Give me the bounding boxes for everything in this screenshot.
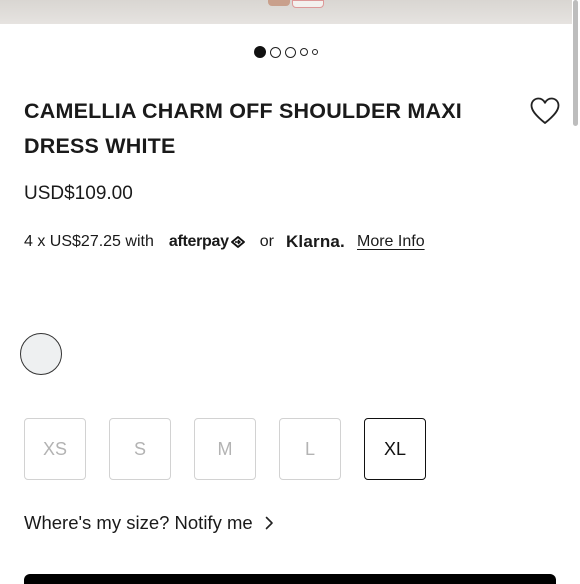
notify-me-link[interactable]: Where's my size? Notify me (24, 512, 274, 534)
carousel-dot[interactable] (285, 46, 296, 58)
carousel-dot[interactable] (312, 49, 318, 55)
notify-label: Where's my size? Notify me (24, 512, 253, 533)
size-option-xl[interactable]: XL (364, 418, 426, 480)
image-carousel-dots[interactable] (254, 46, 318, 58)
carousel-dot[interactable] (270, 46, 281, 58)
product-title: CAMELLIA CHARM OFF SHOULDER MAXI DRESS W… (24, 99, 462, 158)
size-option-l[interactable]: L (279, 418, 341, 480)
size-option-s[interactable]: S (109, 418, 171, 480)
afterpay-label: afterpay (168, 233, 229, 250)
size-selector: XS S M L XL (24, 418, 426, 480)
product-image-bottom[interactable] (0, 0, 572, 24)
afterpay-arrows-icon (230, 236, 245, 248)
installment-text: 4 x US$27.25 with (24, 233, 154, 250)
image-detail (268, 0, 290, 6)
carousel-dot[interactable] (254, 46, 266, 58)
more-info-link[interactable]: More Info (357, 233, 425, 251)
scrollbar[interactable] (573, 0, 578, 126)
installments-row: 4 x US$27.25 with afterpay or Klarna. Mo… (24, 232, 425, 252)
afterpay-logo[interactable]: afterpay (169, 233, 245, 251)
chevron-right-icon (265, 516, 273, 530)
klarna-logo[interactable]: Klarna. (286, 232, 345, 252)
product-price: USD$109.00 (24, 183, 133, 204)
or-text: or (259, 233, 274, 250)
image-detail (292, 0, 324, 8)
size-option-xs[interactable]: XS (24, 418, 86, 480)
carousel-dot[interactable] (300, 48, 308, 56)
color-swatch-white[interactable] (20, 333, 62, 375)
heart-icon[interactable] (530, 97, 560, 125)
size-option-m[interactable]: M (194, 418, 256, 480)
add-to-bag-button[interactable] (24, 574, 556, 584)
